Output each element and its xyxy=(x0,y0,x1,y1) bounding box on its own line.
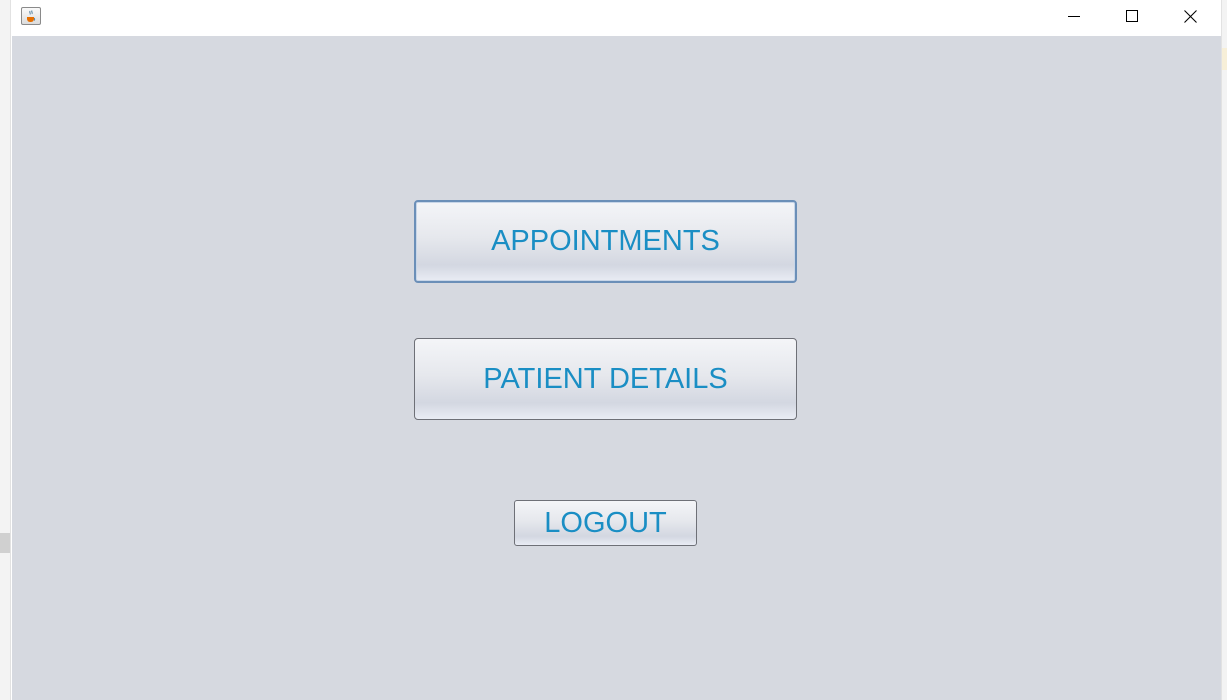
java-app-icon[interactable] xyxy=(21,7,41,25)
appointments-button[interactable]: APPOINTMENTS xyxy=(414,200,797,283)
desktop-edge-mark xyxy=(1222,48,1227,70)
title-bar[interactable] xyxy=(12,0,1221,36)
minimize-button[interactable] xyxy=(1045,0,1103,32)
patient-details-button[interactable]: PATIENT DETAILS xyxy=(414,338,797,420)
close-icon xyxy=(1183,9,1197,23)
maximize-button[interactable] xyxy=(1103,0,1161,32)
close-button[interactable] xyxy=(1161,0,1219,32)
logout-button[interactable]: LOGOUT xyxy=(514,500,697,546)
app-window: APPOINTMENTS PATIENT DETAILS LOGOUT xyxy=(12,0,1221,700)
desktop-edge-mark xyxy=(0,533,10,553)
desktop-background-left xyxy=(0,0,11,700)
minimize-icon xyxy=(1068,16,1080,17)
main-panel: APPOINTMENTS PATIENT DETAILS LOGOUT xyxy=(12,36,1221,700)
desktop-background-right xyxy=(1221,0,1227,700)
maximize-icon xyxy=(1126,10,1138,22)
